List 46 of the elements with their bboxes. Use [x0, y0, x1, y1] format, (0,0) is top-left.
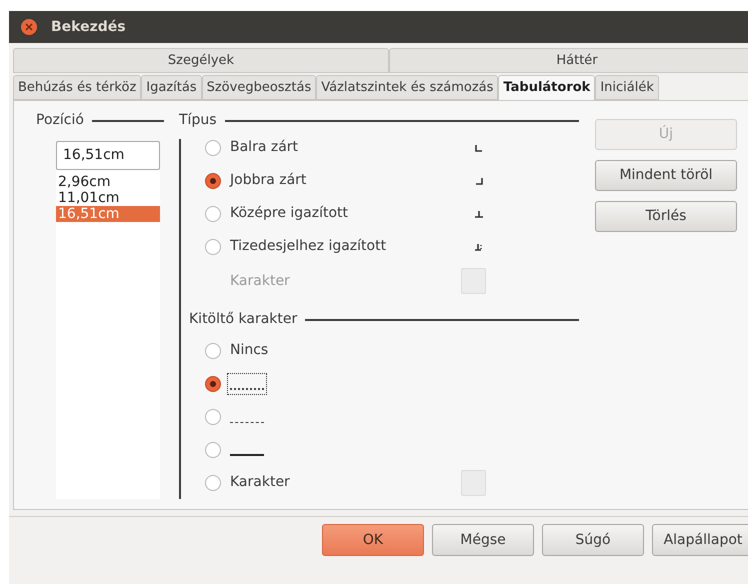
- radio-label[interactable]: Tizedesjelhez igazított: [230, 236, 474, 257]
- tab-stop-icon: [474, 242, 484, 252]
- radio-button[interactable]: [205, 474, 221, 490]
- radio-button[interactable]: [205, 172, 221, 188]
- dialog-button[interactable]: Súgó: [542, 524, 644, 556]
- tab[interactable]: Iniciálék: [595, 75, 659, 100]
- close-icon[interactable]: [21, 19, 37, 35]
- character-field[interactable]: [461, 268, 486, 294]
- radio-button[interactable]: [205, 140, 221, 156]
- radio-label[interactable]: Nincs: [230, 340, 268, 361]
- radio-button[interactable]: [205, 442, 221, 458]
- fill-pattern-icon[interactable]: [227, 372, 267, 394]
- radio-button[interactable]: [205, 408, 221, 424]
- dialog-button[interactable]: Alapállapot: [652, 524, 748, 556]
- tab[interactable]: Vázlatszintek és számozás: [316, 75, 498, 100]
- tab-stop-icon: [474, 142, 484, 152]
- position-field[interactable]: 16,51cm: [56, 141, 160, 170]
- dialog-button[interactable]: Mégse: [432, 524, 534, 556]
- side-button[interactable]: Mindent töröl: [595, 160, 737, 191]
- tab[interactable]: Háttér: [389, 48, 748, 73]
- radio-button[interactable]: [205, 238, 221, 254]
- radio-button[interactable]: [205, 342, 221, 358]
- tab-stop-icon: [474, 176, 484, 186]
- section-title: Pozíció: [36, 111, 84, 130]
- radio-label[interactable]: Balra zárt: [230, 137, 474, 158]
- dialog-button[interactable]: OK: [322, 524, 424, 556]
- tab[interactable]: Szövegbeosztás: [202, 75, 316, 100]
- window-title: Bekezdés: [51, 18, 126, 36]
- radio-label[interactable]: Jobbra zárt: [230, 170, 474, 191]
- character-field[interactable]: [461, 470, 486, 496]
- list-item[interactable]: 2,96cm: [56, 174, 160, 190]
- side-button[interactable]: Törlés: [595, 201, 737, 232]
- radio-label[interactable]: Középre igazított: [230, 203, 474, 224]
- radio-button[interactable]: [205, 206, 221, 222]
- character-label: Karakter: [230, 272, 291, 290]
- position-list[interactable]: 2,96cm 11,01cm 16,51cm: [56, 170, 160, 499]
- section-title: Kitöltő karakter: [189, 310, 298, 329]
- tab[interactable]: Szegélyek: [13, 48, 389, 73]
- radio-button[interactable]: [205, 376, 221, 392]
- radio-label[interactable]: Karakter: [230, 472, 461, 493]
- list-item[interactable]: 11,01cm: [56, 190, 160, 206]
- tab[interactable]: Tabulátorok: [498, 75, 596, 100]
- tab[interactable]: Behúzás és térköz: [13, 75, 142, 100]
- tab-stop-icon: [474, 208, 484, 218]
- section-title: Típus: [179, 111, 216, 130]
- tab[interactable]: Igazítás: [141, 75, 202, 100]
